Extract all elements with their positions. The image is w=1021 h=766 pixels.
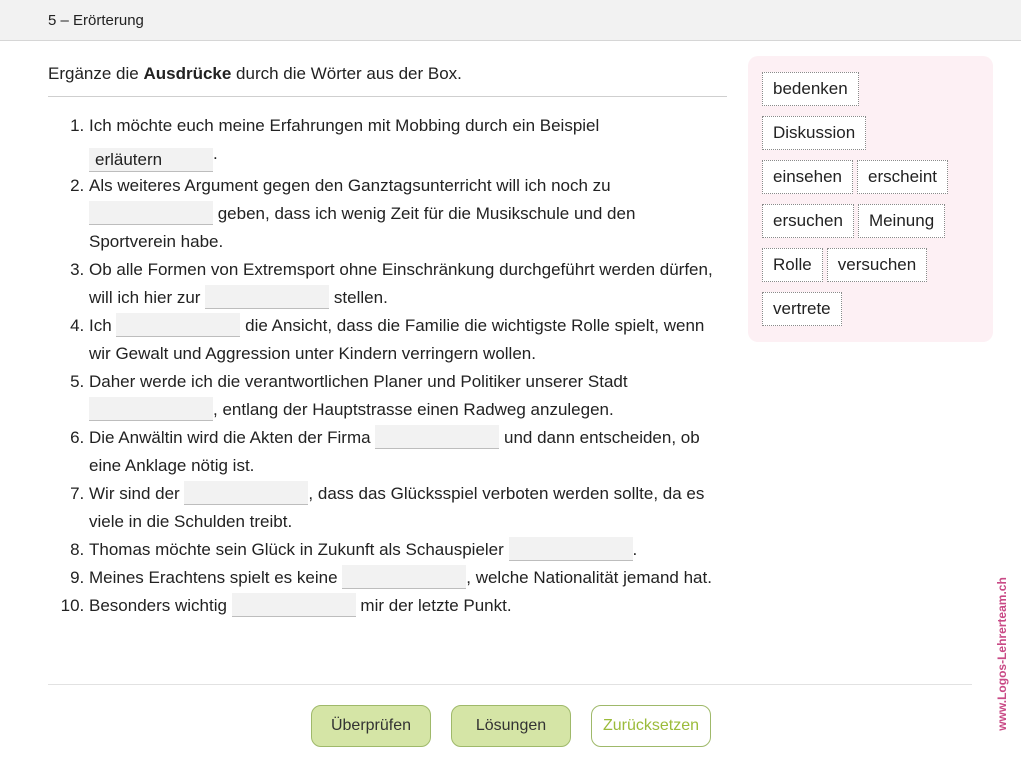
word-row: vertrete <box>762 292 979 336</box>
exercise-item: Meines Erachtens spielt es keine , welch… <box>89 564 727 592</box>
word-chip[interactable]: Meinung <box>857 204 946 238</box>
instruction-prefix: Ergänze die <box>48 64 144 83</box>
item-text-after: stellen. <box>329 288 388 307</box>
answer-gap[interactable] <box>508 537 633 561</box>
exercise-item: Die Anwältin wird die Akten der Firma un… <box>89 424 727 480</box>
answer-gap[interactable] <box>375 425 500 449</box>
solutions-button[interactable]: Lösungen <box>451 705 571 747</box>
word-chip[interactable]: ersuchen <box>762 204 854 238</box>
page-title: 5 – Erörterung <box>48 12 144 29</box>
item-text-before: Daher werde ich die verantwortlichen Pla… <box>89 372 628 391</box>
answer-gap[interactable] <box>89 201 213 225</box>
instruction-suffix: durch die Wörter aus der Box. <box>231 64 462 83</box>
exercise-item: Ich möchte euch meine Erfahrungen mit Mo… <box>89 112 727 172</box>
top-bar: 5 – Erörterung <box>0 0 1021 41</box>
word-chip[interactable]: versuchen <box>826 248 928 282</box>
instruction-text: Ergänze die Ausdrücke durch die Wörter a… <box>48 64 727 97</box>
answer-gap[interactable] <box>205 285 330 309</box>
word-row: Rolle versuchen <box>762 248 979 292</box>
word-chip[interactable]: bedenken <box>762 72 859 106</box>
item-text-before: Ich <box>89 316 117 335</box>
item-text-before: Die Anwältin wird die Akten der Firma <box>89 428 376 447</box>
word-box: bedenken Diskussion einsehen erscheint er… <box>748 56 993 342</box>
item-text-before: Besonders wichtig <box>89 596 232 615</box>
answer-gap[interactable] <box>89 397 213 421</box>
footer-divider <box>48 684 972 685</box>
exercise-list: Ich möchte euch meine Erfahrungen mit Mo… <box>48 112 727 620</box>
item-text-after: , entlang der Hauptstrasse einen Radweg … <box>213 400 614 419</box>
item-text-before: Ob alle Formen von Extremsport ohne Eins… <box>89 260 713 307</box>
exercise-item: Daher werde ich die verantwortlichen Pla… <box>89 368 727 424</box>
item-text-after: , welche Nationalität jemand hat. <box>466 568 712 587</box>
item-text-after: mir der letzte Punkt. <box>355 596 512 615</box>
word-chip[interactable]: erscheint <box>857 160 948 194</box>
exercise-item: Thomas möchte sein Glück in Zukunft als … <box>89 536 727 564</box>
word-row: bedenken <box>762 72 979 116</box>
word-chip[interactable]: einsehen <box>762 160 854 194</box>
instruction-bold: Ausdrücke <box>143 64 232 83</box>
brand-link[interactable]: www.Logos-Lehrerteam.ch <box>995 574 1009 734</box>
word-chip[interactable]: Diskussion <box>762 116 867 150</box>
word-row: ersuchen Meinung <box>762 204 979 248</box>
exercise-item: Besonders wichtig mir der letzte Punkt. <box>89 592 727 620</box>
exercise-item: Ich die Ansicht, dass die Familie die wi… <box>89 312 727 368</box>
check-button[interactable]: Überprüfen <box>311 705 431 747</box>
answer-gap[interactable]: erläutern <box>89 148 213 172</box>
answer-gap[interactable] <box>116 313 241 337</box>
answer-gap[interactable] <box>184 481 309 505</box>
exercise-item: Ob alle Formen von Extremsport ohne Eins… <box>89 256 727 312</box>
side-brand: www.Logos-Lehrerteam.ch <box>995 574 1009 734</box>
item-text-after: . <box>632 540 638 559</box>
exercise-item: Wir sind der , dass das Glücksspiel verb… <box>89 480 727 536</box>
item-text-before: Als weiteres Argument gegen den Ganztags… <box>89 176 611 195</box>
item-text-before: Thomas möchte sein Glück in Zukunft als … <box>89 540 509 559</box>
reset-button[interactable]: Zurücksetzen <box>591 705 711 747</box>
word-row: einsehen erscheint <box>762 160 979 204</box>
answer-gap[interactable] <box>231 593 356 617</box>
item-text-before: Wir sind der <box>89 484 185 503</box>
answer-gap[interactable] <box>342 565 467 589</box>
word-chip[interactable]: Rolle <box>762 248 823 282</box>
item-text-after: . <box>213 144 218 163</box>
item-text-before: Ich möchte euch meine Erfahrungen mit Mo… <box>89 116 600 135</box>
word-chip[interactable]: vertrete <box>762 292 842 326</box>
exercise-item: Als weiteres Argument gegen den Ganztags… <box>89 172 727 256</box>
word-row: Diskussion <box>762 116 979 160</box>
item-text-before: Meines Erachtens spielt es keine <box>89 568 343 587</box>
